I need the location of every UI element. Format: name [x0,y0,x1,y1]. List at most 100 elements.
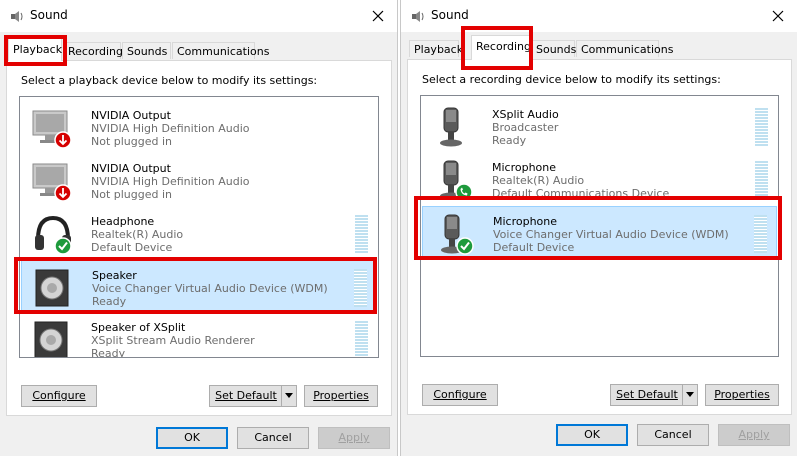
level-meter [754,215,767,253]
list-item-selected[interactable]: Speaker Voice Changer Virtual Audio Devi… [21,260,377,313]
button-label: Cancel [654,428,692,441]
device-name: NVIDIA Output [91,109,171,122]
device-name: Microphone [493,215,558,228]
button-label: Set Default [616,388,678,401]
device-driver: NVIDIA High Definition Audio [91,175,250,188]
ok-button[interactable]: OK [156,427,228,449]
tab-label: Communications [581,43,674,56]
device-name: Headphone [91,215,155,228]
tab-sounds[interactable]: Sounds [531,40,576,57]
button-label: Configure [32,389,86,402]
properties-button[interactable]: Properties [304,385,378,407]
button-label: Cancel [254,431,292,444]
device-status: Ready [492,134,527,147]
device-name: NVIDIA Output [91,162,171,175]
set-default-button[interactable]: Set Default [610,384,698,406]
tab-label: Recording [476,40,532,53]
apply-button[interactable]: Apply [318,427,390,449]
device-driver: Voice Changer Virtual Audio Device (WDM) [92,282,328,295]
device-status: Default Communications Device [492,187,670,200]
tab-strip: Playback Recording Sounds Communications [407,35,791,60]
device-driver: Realtek(R) Audio [492,174,585,187]
device-driver: Broadcaster [492,121,559,134]
button-label: Apply [738,428,770,441]
level-meter [355,215,368,253]
tab-communications[interactable]: Communications [172,42,269,59]
properties-button[interactable]: Properties [705,384,779,406]
level-meter [755,108,768,146]
button-label: Configure [433,388,487,401]
tab-label: Sounds [127,45,168,58]
tab-label: Communications [177,45,270,58]
list-item-selected[interactable]: Microphone Voice Changer Virtual Audio D… [422,206,777,259]
ok-button[interactable]: OK [556,424,628,446]
device-status: Not plugged in [91,135,173,148]
playback-sound-dialog: Sound Playback Recording Sounds Communic… [0,0,398,456]
list-item[interactable]: NVIDIA Output NVIDIA High Definition Aud… [21,101,377,154]
window-title: Sound [30,8,68,22]
cancel-button[interactable]: Cancel [237,427,309,449]
tab-label: Playback [414,43,464,56]
device-status: Ready [92,295,127,308]
device-name: XSplit Audio [492,108,559,121]
list-item[interactable]: Speaker of XSplit XSplit Stream Audio Re… [21,313,377,357]
speaker-app-icon [11,11,23,22]
device-name: Microphone [492,161,557,174]
level-meter [755,161,768,199]
device-driver: NVIDIA High Definition Audio [91,122,250,135]
device-name: Speaker [92,269,137,282]
tab-recording[interactable]: Recording [63,42,124,59]
microphone-icon [441,214,474,255]
title-bar: Sound [401,0,797,32]
tab-panel: Select a recording device below to modif… [407,59,792,415]
device-status: Not plugged in [91,188,173,201]
list-item[interactable]: Headphone Realtek(R) Audio Default Devic… [21,207,377,260]
button-label: Apply [338,431,370,444]
tab-strip: Playback Recording Sounds Communications [6,38,391,61]
tab-label: Recording [68,45,124,58]
recording-sound-dialog: Sound Playback Recording Sounds Communic… [400,0,797,456]
close-icon[interactable] [367,5,389,27]
cancel-button[interactable]: Cancel [637,424,709,446]
level-meter [355,321,368,357]
title-bar: Sound [0,0,397,32]
device-driver: Realtek(R) Audio [91,228,184,241]
configure-button[interactable]: Configure [422,384,498,406]
speaker-icon [35,269,69,307]
chevron-down-icon[interactable] [682,385,697,405]
tab-label: Playback [13,43,63,56]
tab-recording[interactable]: Recording [471,35,532,60]
tab-communications[interactable]: Communications [576,40,673,57]
device-status: Default Device [91,241,173,254]
tab-playback[interactable]: Playback [8,38,62,61]
microphone-icon [440,107,462,147]
list-item[interactable]: Microphone Realtek(R) Audio Default Comm… [422,153,777,206]
button-label: Properties [714,388,770,401]
chevron-down-icon[interactable] [281,386,296,406]
close-icon[interactable] [767,5,789,27]
device-driver: XSplit Stream Audio Renderer [91,334,255,347]
speaker-icon [34,321,68,357]
monitor-icon [32,110,72,149]
microphone-icon [440,160,473,201]
device-list[interactable]: NVIDIA Output NVIDIA High Definition Aud… [19,96,379,358]
device-driver: Voice Changer Virtual Audio Device (WDM) [493,228,729,241]
headphone-icon [35,215,72,255]
window-title: Sound [431,8,469,22]
device-name: Speaker of XSplit [91,321,186,334]
list-item[interactable]: NVIDIA Output NVIDIA High Definition Aud… [21,154,377,207]
instruction-text: Select a recording device below to modif… [422,73,721,86]
button-label: OK [584,428,600,441]
tab-panel: Select a playback device below to modify… [6,60,392,416]
button-label: OK [184,431,200,444]
configure-button[interactable]: Configure [21,385,97,407]
list-item[interactable]: XSplit Audio Broadcaster Ready [422,100,777,153]
button-label: Set Default [215,389,277,402]
device-status: Default Device [493,241,575,254]
apply-button[interactable]: Apply [718,424,790,446]
set-default-button[interactable]: Set Default [209,385,297,407]
tab-sounds[interactable]: Sounds [122,42,171,59]
tab-playback[interactable]: Playback [409,40,463,57]
instruction-text: Select a playback device below to modify… [21,74,318,87]
device-list[interactable]: XSplit Audio Broadcaster Ready Microphon… [420,95,779,357]
